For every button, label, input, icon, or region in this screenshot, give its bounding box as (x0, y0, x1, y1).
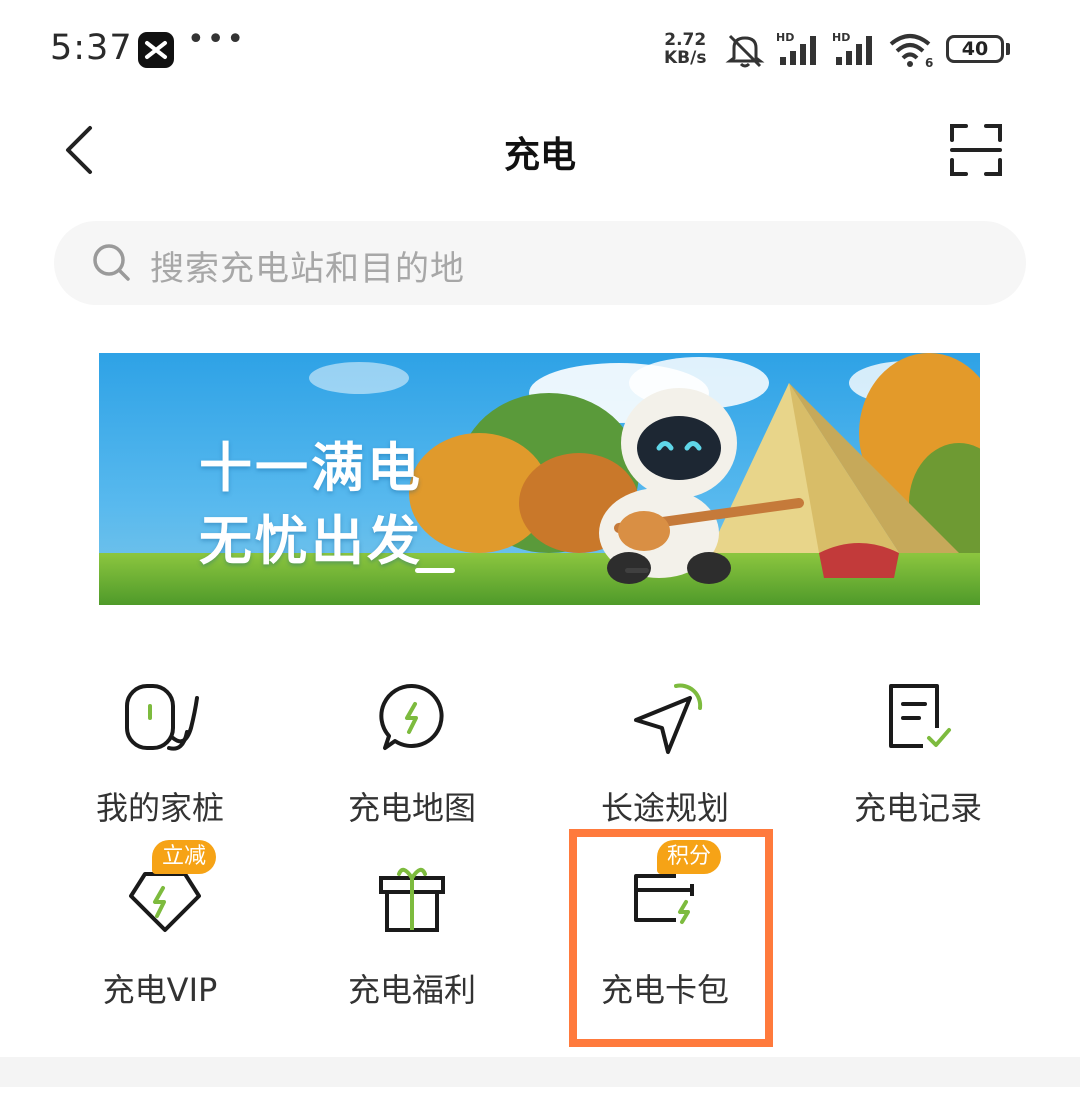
status-bar: 5:37 ••• 2.72 KB/s HD HD 6 40 (0, 0, 1080, 100)
svg-text:HD: HD (776, 31, 794, 44)
grid-item-charging-record[interactable]: 充电记录 (818, 678, 1018, 838)
grid-item-label: 我的家桩 (95, 789, 224, 827)
wifi-icon: 6 (888, 30, 936, 74)
mute-icon (724, 30, 766, 74)
route-planning-icon (634, 683, 703, 754)
grid-item-charging-vip[interactable]: 立减 充电VIP (60, 840, 260, 1020)
status-time: 5:37 (50, 28, 133, 68)
battery-cap (1006, 43, 1010, 55)
nav-bar: 充电 (0, 100, 1080, 200)
grid-item-charging-benefits[interactable]: 充电福利 (312, 860, 512, 1020)
highlight-frame (569, 829, 773, 1047)
grid-item-label: 充电VIP (102, 971, 218, 1009)
battery-level: 40 (961, 38, 989, 60)
signal-hd-icon: HD (776, 30, 824, 74)
grid-item-route-planning[interactable]: 长途规划 (565, 678, 765, 838)
svg-text:6: 6 (925, 56, 933, 70)
grid-item-label: 充电福利 (347, 971, 476, 1009)
scan-icon (950, 124, 1002, 176)
grid-item-charging-map[interactable]: 充电地图 (312, 678, 512, 838)
home-charger-icon (125, 684, 199, 751)
charging-map-icon (379, 683, 444, 750)
grid-item-label: 长途规划 (600, 789, 729, 827)
network-speed: 2.72 KB/s (664, 31, 706, 67)
more-dots-icon: ••• (187, 22, 247, 57)
search-icon (93, 244, 130, 281)
banner-headline-line1: 十一满电 (199, 438, 423, 499)
grid-item-label: 充电记录 (853, 789, 982, 827)
banner-headline-line2: 无忧出发 (199, 511, 423, 572)
signal-hd-icon: HD (832, 30, 880, 74)
gift-box-icon (379, 867, 445, 932)
charging-record-icon (889, 684, 951, 748)
section-divider (0, 1057, 1080, 1087)
promo-banner[interactable]: 十一满电 无忧出发 (99, 353, 980, 605)
search-input[interactable]: 搜索充电站和目的地 (54, 221, 1026, 305)
app-notification-icon (138, 32, 174, 68)
grid-item-label: 充电地图 (347, 789, 476, 827)
page-title: 充电 (503, 135, 576, 176)
search-placeholder: 搜索充电站和目的地 (150, 249, 465, 289)
svg-text:HD: HD (832, 31, 850, 44)
carousel-indicator-active (415, 568, 455, 573)
network-speed-unit: KB/s (664, 48, 707, 68)
scan-button[interactable] (948, 122, 1004, 178)
discount-badge: 立减 (152, 840, 217, 874)
network-speed-value: 2.72 (664, 30, 707, 50)
carousel-indicator (625, 568, 649, 573)
grid-item-home-charger[interactable]: 我的家桩 (60, 678, 260, 838)
